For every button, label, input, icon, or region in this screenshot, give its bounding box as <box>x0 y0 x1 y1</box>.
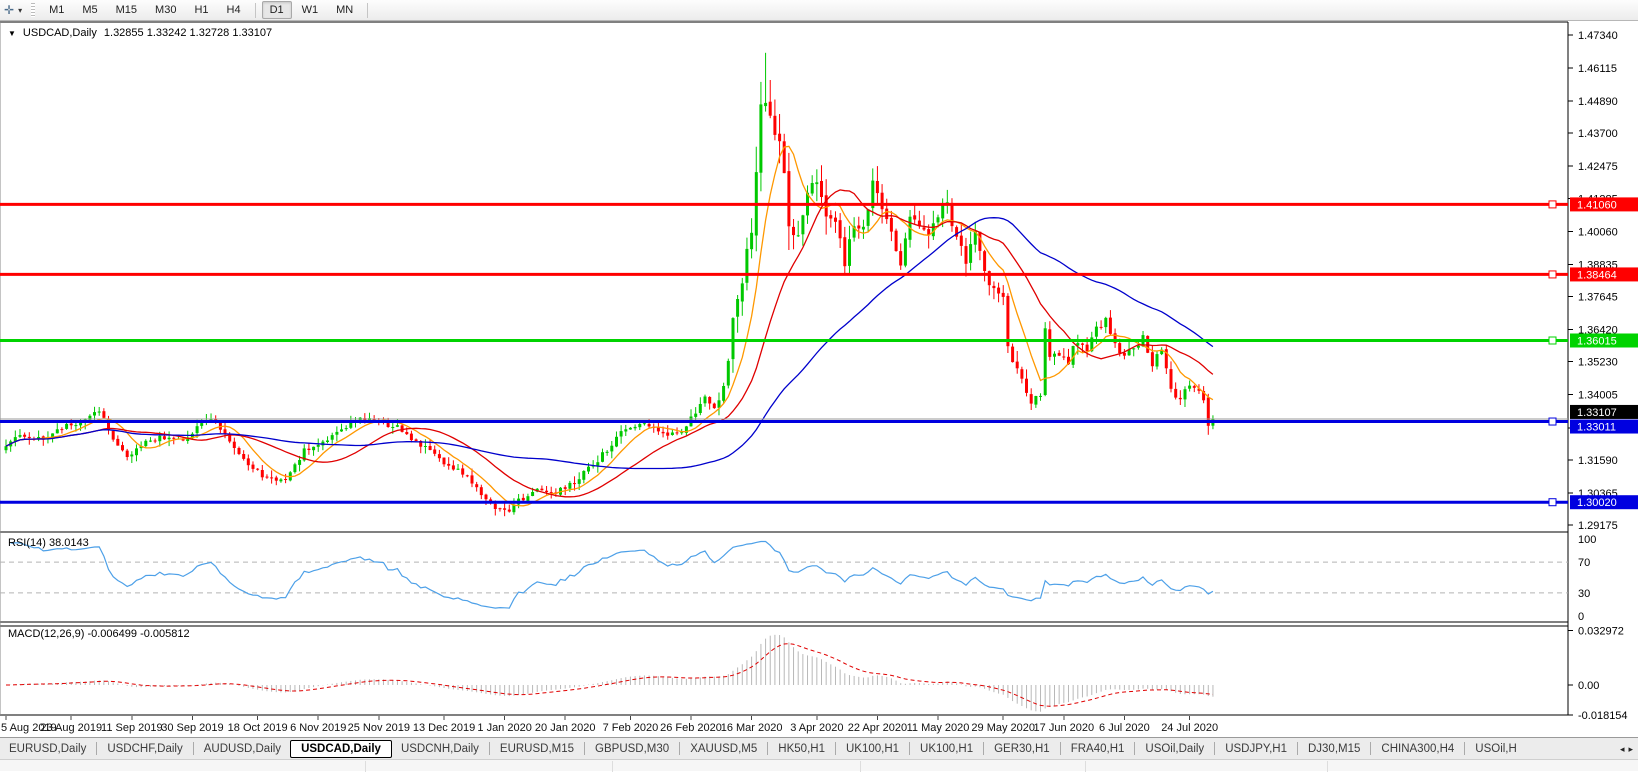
price-chart-canvas[interactable]: 1.473401.461151.448901.437001.424751.412… <box>0 0 1638 771</box>
date-axis-label: 11 Sep 2019 <box>101 722 163 734</box>
chart-tab-uk100-h1[interactable]: UK100,H1 <box>837 740 908 758</box>
date-axis-label: 20 Jan 2020 <box>535 722 596 734</box>
chart-tab-gbpusd-m30[interactable]: GBPUSD,M30 <box>586 740 678 758</box>
tab-scroll-right-button[interactable]: ▸ <box>1628 744 1633 755</box>
rsi-line <box>10 540 1214 609</box>
ohlc-values: 1.32855 1.33242 1.32728 1.33107 <box>103 27 273 39</box>
date-axis-label: 17 Jun 2020 <box>1034 722 1095 734</box>
ma-line-55 <box>5 217 1214 470</box>
line-anchor-handle[interactable] <box>1548 336 1557 345</box>
price-axis-label: 1.29175 <box>1578 520 1618 532</box>
date-axis-label: 26 Feb 2020 <box>660 722 722 734</box>
ma-line-21 <box>5 189 1214 498</box>
chart-tab-fra40-h1[interactable]: FRA40,H1 <box>1062 740 1134 758</box>
macd-indicator-label: MACD(12,26,9) -0.006499 -0.005812 <box>8 628 190 640</box>
ma-line-8 <box>5 145 1214 507</box>
price-axis-label: 1.44890 <box>1578 96 1618 108</box>
date-axis-label: 13 Dec 2019 <box>413 722 475 734</box>
hline-price-label: 1.41060 <box>1577 199 1617 211</box>
price-axis-label: 1.35230 <box>1578 357 1618 369</box>
price-axis-label: 1.47340 <box>1578 30 1618 42</box>
chart-tab-china300-h4[interactable]: CHINA300,H4 <box>1372 740 1463 758</box>
price-axis-label: 1.37645 <box>1578 292 1618 304</box>
chart-tab-xauusd-m5[interactable]: XAUUSD,M5 <box>681 740 766 758</box>
chart-tab-usoil-h[interactable]: USOil,H <box>1466 740 1526 758</box>
hline-price-label: 1.33011 <box>1577 422 1616 434</box>
chart-title: ▼ USDCAD,Daily 1.32855 1.33242 1.32728 1… <box>8 27 272 39</box>
date-axis-label: 7 Feb 2020 <box>603 722 659 734</box>
date-axis-label: 3 Apr 2020 <box>790 722 843 734</box>
chart-tabs: EURUSD,Daily USDCHF,Daily AUDUSD,Daily USDC… <box>0 739 1526 758</box>
symbol-label: USDCAD,Daily <box>22 27 97 39</box>
chart-tab-eurusd-daily[interactable]: EURUSD,Daily <box>0 740 95 758</box>
price-axis-label: 1.46115 <box>1578 63 1617 75</box>
hline-price-label: 1.38464 <box>1577 269 1617 281</box>
rsi-indicator-label: RSI(14) 38.0143 <box>8 537 89 549</box>
rsi-axis-label: 100 <box>1578 534 1596 546</box>
date-axis-label: 23 Aug 2019 <box>40 722 102 734</box>
status-strip <box>0 759 1638 772</box>
date-axis-label: 30 Sep 2019 <box>161 722 223 734</box>
candlestick-series <box>4 52 1215 517</box>
date-axis-label: 29 May 2020 <box>971 722 1035 734</box>
date-axis-label: 11 May 2020 <box>907 722 970 734</box>
rsi-axis-label: 30 <box>1578 588 1590 600</box>
tab-scroll-arrows: ◂ ▸ <box>1616 738 1636 759</box>
date-axis-label: 24 Jul 2020 <box>1161 722 1218 734</box>
macd-axis-label: 0.00 <box>1578 680 1599 692</box>
chart-tab-dj30-m15[interactable]: DJ30,M15 <box>1299 740 1369 758</box>
chart-tab-audusd-daily[interactable]: AUDUSD,Daily <box>195 740 290 758</box>
chart-tab-eurusd-m15[interactable]: EURUSD,M15 <box>491 740 583 758</box>
chart-tab-usdchf-daily[interactable]: USDCHF,Daily <box>98 740 191 758</box>
price-axis-label: 1.31590 <box>1578 455 1618 467</box>
chart-tab-ger30-h1[interactable]: GER30,H1 <box>985 740 1059 758</box>
rsi-axis-label: 0 <box>1578 611 1584 623</box>
date-axis-label: 25 Nov 2019 <box>348 722 410 734</box>
price-axis-label: 1.40060 <box>1578 226 1618 238</box>
hline-price-label: 1.36015 <box>1577 335 1617 347</box>
macd-axis-label: -0.018154 <box>1578 710 1628 722</box>
chart-tab-usoil-daily[interactable]: USOil,Daily <box>1136 740 1213 758</box>
line-anchor-handle[interactable] <box>1548 498 1557 507</box>
chart-tab-usdcnh-daily[interactable]: USDCNH,Daily <box>392 740 488 758</box>
date-axis-label: 16 Mar 2020 <box>721 722 783 734</box>
price-axis-label: 1.34005 <box>1578 390 1618 402</box>
line-anchor-handle[interactable] <box>1548 417 1557 426</box>
macd-axis-label: 0.032972 <box>1578 625 1624 637</box>
chart-tab-hk50-h1[interactable]: HK50,H1 <box>769 740 834 758</box>
chart-tab-usdjpy-h1[interactable]: USDJPY,H1 <box>1216 740 1296 758</box>
macd-histogram <box>10 634 1214 712</box>
chart-tab-uk100-h1[interactable]: UK100,H1 <box>911 740 982 758</box>
price-axis-label: 1.42475 <box>1578 161 1618 173</box>
chart-tab-usdcad-daily[interactable]: USDCAD,Daily <box>290 739 392 758</box>
line-anchor-handle[interactable] <box>1548 200 1557 209</box>
rsi-axis-label: 70 <box>1578 557 1590 569</box>
date-axis-label: 22 Apr 2020 <box>848 722 907 734</box>
date-axis-label: 1 Jan 2020 <box>477 722 531 734</box>
price-axis-label: 1.43700 <box>1578 128 1618 140</box>
hline-price-label: 1.30020 <box>1577 497 1617 509</box>
macd-signal-line <box>6 643 1213 707</box>
date-axis-label: 6 Nov 2019 <box>290 722 346 734</box>
current-price-label: 1.33107 <box>1577 407 1617 419</box>
date-axis-label: 6 Jul 2020 <box>1099 722 1150 734</box>
line-anchor-handle[interactable] <box>1548 270 1557 279</box>
date-axis-label: 18 Oct 2019 <box>228 722 288 734</box>
tab-scroll-left-button[interactable]: ◂ <box>1620 744 1625 755</box>
chart-tab-bar: EURUSD,Daily USDCHF,Daily AUDUSD,Daily USDC… <box>0 737 1638 759</box>
symbol-dropdown-icon[interactable]: ▼ <box>8 29 16 38</box>
mt4-chart-window: ✛ ▾ M1 M5 M15 M30 H1 H4 D1 W1 MN 1.47340 1.46115 1… <box>0 0 1638 772</box>
